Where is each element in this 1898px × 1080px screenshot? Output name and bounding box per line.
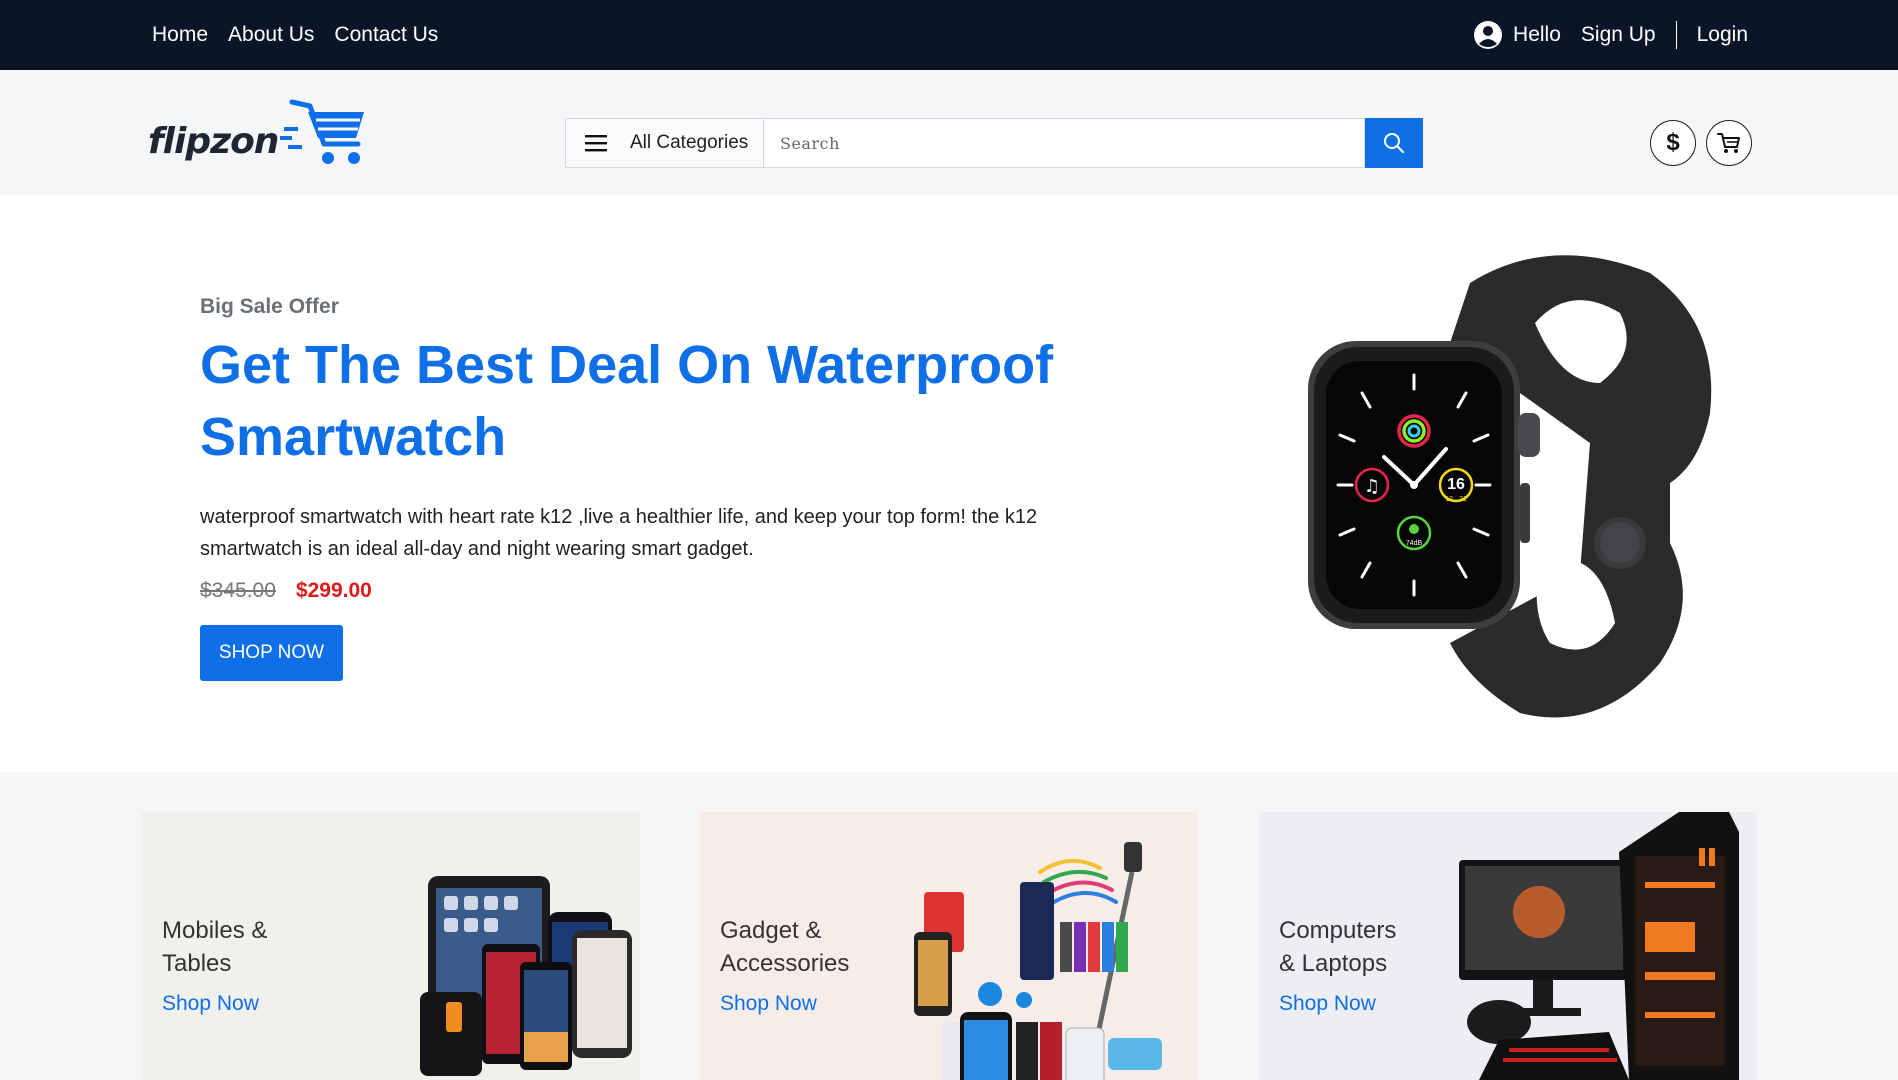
search-bar: All Categories — [565, 118, 1423, 168]
shop-now-link[interactable]: Shop Now — [1279, 992, 1376, 1016]
svg-text:21: 21 — [1459, 496, 1467, 503]
category-section: Mobiles & Tables Shop Now Gadget & Acces… — [0, 772, 1898, 1080]
category-card-mobiles[interactable]: Mobiles & Tables Shop Now — [142, 812, 640, 1080]
smartwatch-image: ♫ 16 12 21 74dB — [1308, 255, 1712, 718]
login-link[interactable]: Login — [1697, 23, 1748, 47]
greeting-text: Hello — [1513, 23, 1561, 46]
hero-title-line1: Get The Best Deal On Waterproof — [200, 335, 1054, 395]
cart-icon — [1717, 133, 1740, 153]
nav-contact-link[interactable]: Contact Us — [334, 23, 438, 47]
top-nav: Home About Us Contact Us — [152, 0, 438, 70]
computers-laptops-image — [1459, 812, 1739, 1080]
account-area: Hello Sign Up Login — [1473, 0, 1748, 70]
hero-title: Get The Best Deal On Waterproof Smartwat… — [200, 329, 1100, 473]
category-label: All Categories — [630, 132, 749, 153]
svg-text:74dB: 74dB — [1406, 540, 1423, 547]
hero-desc-line2: smartwatch is an ideal all-day and night… — [200, 538, 754, 560]
all-categories-button[interactable]: All Categories — [565, 118, 764, 168]
svg-text:12: 12 — [1445, 496, 1453, 503]
sale-price: $299.00 — [295, 579, 372, 602]
cart-button[interactable] — [1706, 120, 1752, 166]
hero-content: Big Sale Offer Get The Best Deal On Wate… — [200, 295, 1100, 681]
user-greeting: Hello — [1473, 20, 1561, 50]
category-title-line2: & Laptops — [1279, 950, 1388, 977]
top-bar: Home About Us Contact Us Hello Sign Up L… — [0, 0, 1898, 70]
category-title: Computers & Laptops — [1279, 914, 1459, 980]
mobiles-tablets-image — [420, 876, 632, 1076]
category-card-computers[interactable]: Computers & Laptops Shop Now — [1259, 812, 1757, 1080]
site-logo[interactable]: flipzon — [148, 98, 368, 174]
main-header: flipzon All Categories Search $ — [0, 70, 1898, 195]
nav-about-link[interactable]: About Us — [228, 23, 314, 47]
hero-description: waterproof smartwatch with heart rate k1… — [200, 501, 1100, 565]
hero-title-line2: Smartwatch — [200, 407, 507, 467]
shop-now-link[interactable]: Shop Now — [720, 992, 817, 1016]
logo-text: flipzon — [148, 121, 279, 162]
svg-text:♫: ♫ — [1364, 476, 1380, 497]
menu-icon — [585, 135, 607, 152]
category-title: Mobiles & Tables — [162, 914, 342, 980]
user-avatar-icon — [1474, 21, 1503, 49]
currency-button[interactable]: $ — [1650, 120, 1696, 166]
category-title-line1: Computers — [1279, 917, 1397, 944]
shop-now-button[interactable]: SHOP NOW — [200, 625, 343, 681]
nav-home-link[interactable]: Home — [152, 23, 208, 47]
gadgets-accessories-image — [914, 842, 1162, 1080]
shop-now-link[interactable]: Shop Now — [162, 992, 259, 1016]
cart-logo-icon — [280, 99, 365, 164]
hero-eyebrow: Big Sale Offer — [200, 295, 339, 318]
search-icon — [1384, 133, 1405, 154]
sign-up-link[interactable]: Sign Up — [1581, 23, 1656, 47]
price-block: $345.00 $299.00 — [200, 579, 1100, 603]
category-title: Gadget & Accessories — [720, 914, 900, 980]
search-input[interactable] — [764, 118, 1365, 168]
watch-date: 16 — [1447, 476, 1465, 493]
category-card-gadgets[interactable]: Gadget & Accessories Shop Now — [700, 812, 1198, 1080]
search-button[interactable] — [1365, 118, 1423, 168]
divider — [1675, 21, 1677, 49]
hero-banner: Big Sale Offer Get The Best Deal On Wate… — [0, 195, 1898, 772]
dollar-icon: $ — [1666, 129, 1680, 156]
old-price: $345.00 — [200, 579, 276, 602]
category-title-line2: Tables — [162, 950, 232, 977]
hero-desc-line1: waterproof smartwatch with heart rate k1… — [200, 506, 1038, 528]
category-title-line1: Gadget & — [720, 917, 822, 944]
category-title-line1: Mobiles & — [162, 917, 268, 944]
category-title-line2: Accessories — [720, 950, 850, 977]
